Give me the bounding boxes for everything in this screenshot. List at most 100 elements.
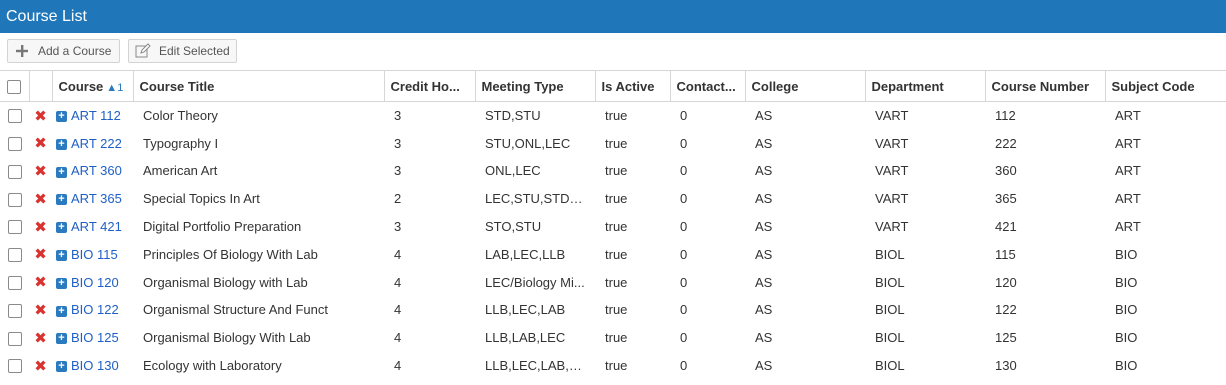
number-cell: 115	[995, 246, 1016, 262]
number-cell: 122	[995, 302, 1017, 318]
column-header-subject-code[interactable]: Subject Code	[1105, 70, 1226, 102]
expand-icon[interactable]: +	[56, 222, 67, 234]
table-row[interactable]: ✖ + BIO 122 Organismal Structure And Funct 4…	[0, 296, 1226, 324]
plus-icon	[14, 43, 30, 59]
subject-cell: BIO	[1115, 274, 1138, 290]
row-checkbox[interactable]	[7, 220, 22, 235]
delete-icon[interactable]: ✖	[34, 135, 47, 152]
course-title-cell: American Art	[143, 163, 218, 179]
expand-icon[interactable]: +	[56, 111, 67, 123]
row-checkbox[interactable]	[7, 275, 22, 290]
contact-cell: 0	[680, 135, 688, 151]
row-checkbox[interactable]	[7, 164, 22, 179]
table-row[interactable]: ✖ + BIO 115 Principles Of Biology With Lab 4…	[0, 240, 1226, 268]
table-row[interactable]: ✖ + ART 365 Special Topics In Art 2 LEC,STU,S…	[0, 185, 1226, 213]
row-checkbox[interactable]	[7, 359, 22, 374]
row-checkbox[interactable]	[7, 331, 22, 346]
select-all-cell	[0, 70, 30, 102]
meeting-cell: STD,STU	[485, 108, 541, 124]
course-cell: + ART 112	[52, 102, 133, 130]
row-checkbox[interactable]	[7, 248, 22, 263]
add-course-button[interactable]: Add a Course	[7, 39, 120, 63]
column-header-department[interactable]: Department	[865, 70, 986, 102]
meeting-cell: LLB,LEC,LAB,L...	[485, 358, 587, 374]
course-link[interactable]: ART 421	[71, 219, 122, 234]
credit-cell: 4	[394, 330, 402, 346]
add-course-label: Add a Course	[38, 44, 112, 58]
course-title-cell: Organismal Structure And Funct	[143, 302, 328, 318]
course-cell: + ART 360	[52, 157, 133, 185]
delete-icon[interactable]: ✖	[34, 358, 47, 375]
number-cell: 222	[995, 135, 1017, 151]
column-header-is-active[interactable]: Is Active	[595, 70, 671, 102]
credit-cell: 4	[394, 302, 402, 318]
expand-icon[interactable]: +	[56, 166, 67, 178]
delete-icon[interactable]: ✖	[34, 163, 47, 180]
edit-selected-button[interactable]: Edit Selected	[128, 39, 237, 63]
active-cell: true	[605, 135, 628, 151]
column-header-credit-hours[interactable]: Credit Ho...	[384, 70, 476, 102]
row-checkbox[interactable]	[7, 136, 22, 151]
expand-icon[interactable]: +	[56, 305, 67, 317]
column-header-meeting-type[interactable]: Meeting Type	[475, 70, 596, 102]
row-checkbox[interactable]	[7, 303, 22, 318]
expand-icon[interactable]: +	[56, 249, 67, 261]
dept-cell: BIOL	[875, 358, 905, 374]
column-header-course-title[interactable]: Course Title	[133, 70, 385, 102]
delete-icon[interactable]: ✖	[34, 219, 47, 236]
toolbar: Add a Course Edit Selected	[0, 33, 1226, 69]
credit-cell: 4	[394, 246, 402, 262]
course-link[interactable]: BIO 122	[71, 302, 119, 317]
delete-icon[interactable]: ✖	[34, 302, 47, 319]
course-link[interactable]: ART 112	[71, 108, 121, 123]
table-row[interactable]: ✖ + ART 421 Digital Portfolio Preparation 3 S…	[0, 213, 1226, 241]
delete-icon[interactable]: ✖	[34, 191, 47, 208]
delete-icon[interactable]: ✖	[34, 274, 47, 291]
column-header-course[interactable]: Course ▲1	[52, 70, 134, 102]
course-link[interactable]: BIO 130	[71, 358, 119, 373]
delete-icon[interactable]: ✖	[34, 108, 47, 125]
table-row[interactable]: ✖ + ART 360 American Art 3 ONL,LEC true 0 AS VART…	[0, 157, 1226, 185]
expand-icon[interactable]: +	[56, 333, 67, 345]
table-row[interactable]: ✖ + ART 112 Color Theory 3 STD,STU true 0 AS VART…	[0, 102, 1226, 130]
row-delete-cell: ✖	[29, 185, 52, 213]
expand-icon[interactable]: +	[56, 361, 67, 373]
meeting-cell: LLB,LAB,LEC	[485, 330, 566, 346]
select-all-checkbox[interactable]	[7, 79, 22, 94]
number-cell: 130	[995, 358, 1017, 374]
course-cell: + ART 421	[52, 213, 133, 241]
active-cell: true	[605, 219, 628, 235]
expand-icon[interactable]: +	[56, 277, 67, 289]
credit-cell: 3	[394, 219, 402, 235]
row-select-cell	[0, 129, 29, 157]
course-link[interactable]: ART 365	[71, 191, 122, 206]
course-link[interactable]: BIO 120	[71, 275, 119, 290]
row-select-cell	[0, 324, 29, 352]
expand-icon[interactable]: +	[56, 194, 67, 206]
contact-cell: 0	[680, 274, 688, 290]
edit-icon	[135, 43, 151, 59]
column-header-college[interactable]: College	[745, 70, 866, 102]
credit-cell: 2	[394, 191, 402, 207]
row-checkbox[interactable]	[7, 192, 22, 207]
course-title-cell: Organismal Biology with Lab	[143, 274, 308, 290]
delete-icon[interactable]: ✖	[34, 246, 47, 263]
subject-cell: ART	[1115, 219, 1141, 235]
course-link[interactable]: BIO 125	[71, 330, 119, 345]
table-row[interactable]: ✖ + ART 222 Typography I 3 STU,ONL,LEC true 0 AS…	[0, 129, 1226, 157]
course-link[interactable]: ART 360	[71, 163, 122, 178]
table-row[interactable]: ✖ + BIO 120 Organismal Biology with Lab 4 LEC…	[0, 268, 1226, 296]
course-title-cell: Organismal Biology With Lab	[143, 330, 311, 346]
college-cell: AS	[755, 108, 773, 124]
table-row[interactable]: ✖ + BIO 130 Ecology with Laboratory 4 LLB,LEC…	[0, 352, 1226, 380]
column-header-course-number[interactable]: Course Number	[985, 70, 1106, 102]
course-link[interactable]: BIO 115	[71, 247, 118, 262]
delete-icon[interactable]: ✖	[34, 330, 47, 347]
row-checkbox[interactable]	[7, 109, 22, 124]
table-row[interactable]: ✖ + BIO 125 Organismal Biology With Lab 4 LLB…	[0, 324, 1226, 352]
meeting-cell: LEC/Biology Mi...	[485, 274, 585, 290]
expand-icon[interactable]: +	[56, 138, 67, 150]
course-link[interactable]: ART 222	[71, 136, 122, 151]
contact-cell: 0	[680, 108, 688, 124]
column-header-contact[interactable]: Contact...	[670, 70, 746, 102]
